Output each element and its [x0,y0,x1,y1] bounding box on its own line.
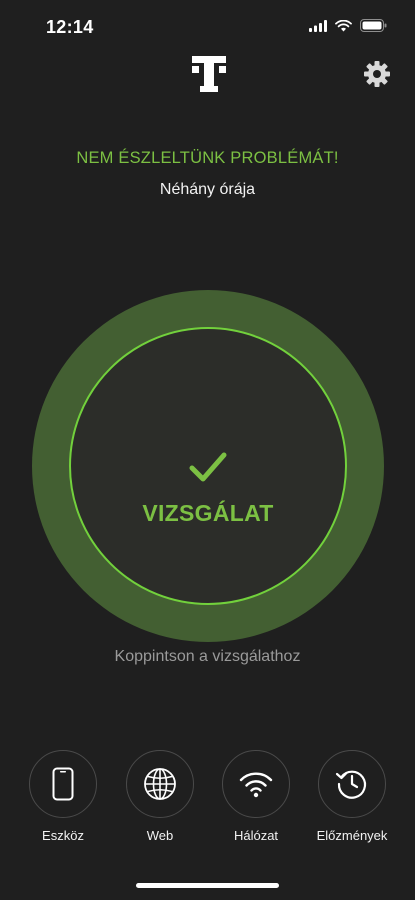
signal-icon [309,19,327,32]
history-icon [335,770,367,799]
status-time: 12:14 [46,17,94,37]
scan-hint: Koppintson a vizsgálathoz [114,648,301,665]
battery-icon [360,19,387,32]
nav-item-history[interactable]: Előzmények [302,750,402,843]
wifi-icon [239,772,273,798]
app-header [0,56,415,96]
status-last-scan: Néhány órája [159,181,256,198]
nav-button-device[interactable] [29,750,97,818]
nav-button-network[interactable] [222,750,290,818]
nav-label-history: Előzmények [316,828,388,843]
nav-button-history[interactable] [318,750,386,818]
gear-icon[interactable] [363,60,391,88]
nav-label-web: Web [146,828,174,843]
scan-button-label[interactable]: VIZSGÁLAT [69,500,347,527]
t-logo-icon [192,56,226,92]
phone-icon [52,767,74,801]
bottom-nav: Eszköz Web Hálózat Előzmények [0,750,415,850]
status-bar: 12:14 [0,0,415,56]
nav-button-web[interactable] [126,750,194,818]
status-icons [309,19,387,32]
nav-label-device: Eszköz [42,828,84,843]
check-icon [189,452,227,482]
globe-icon [144,768,176,800]
wifi-status-icon [335,19,352,31]
nav-item-device[interactable]: Eszköz [13,750,113,843]
nav-item-network[interactable]: Hálózat [206,750,306,843]
home-indicator[interactable] [136,883,279,888]
nav-label-network: Hálózat [233,828,279,843]
nav-item-web[interactable]: Web [110,750,210,843]
status-headline: NEM ÉSZLELTÜNK PROBLÉMÁT! [76,149,339,167]
